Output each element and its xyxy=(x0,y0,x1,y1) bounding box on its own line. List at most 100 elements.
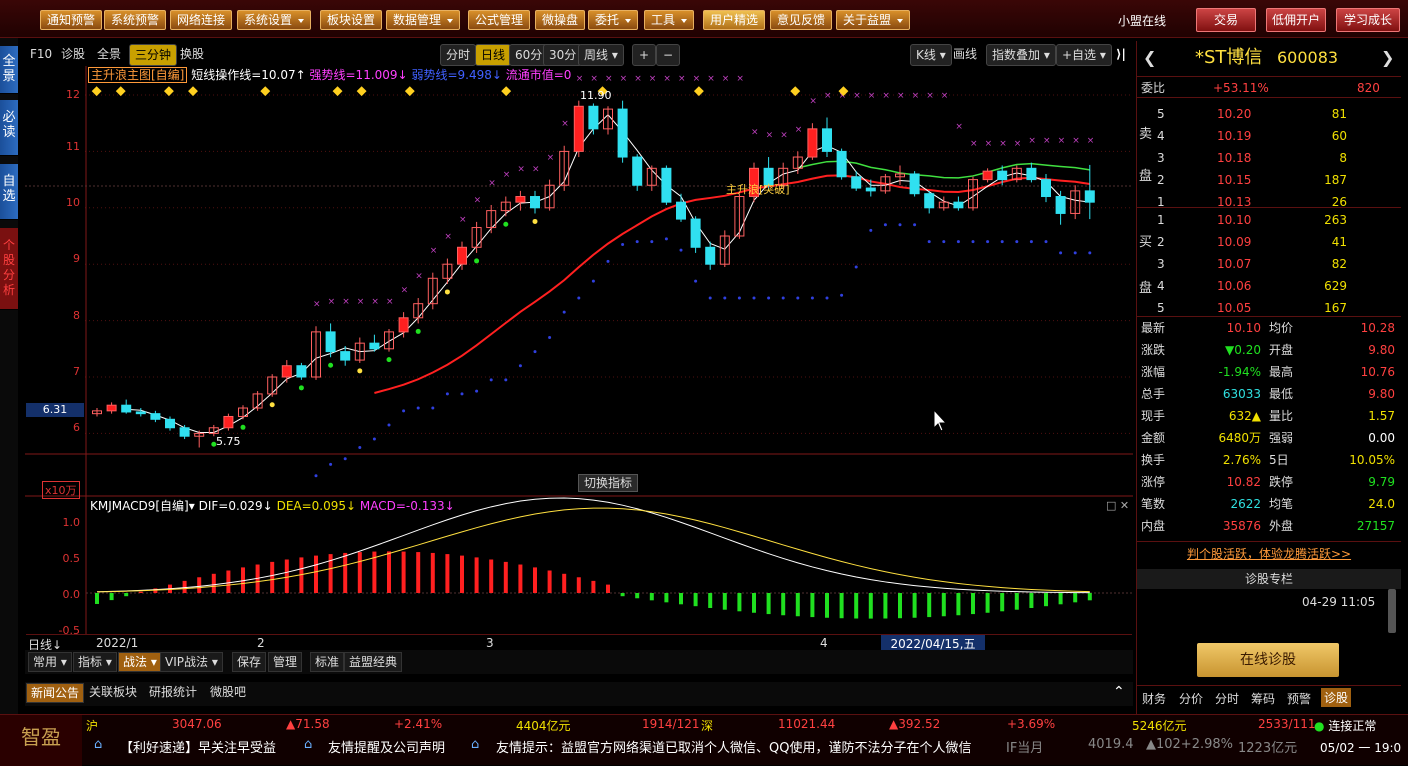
stat-label: 最新 xyxy=(1141,321,1166,335)
menu-network[interactable]: 网络连接 xyxy=(170,10,233,30)
menu-label: 关于益盟 xyxy=(843,13,892,27)
menu-settings[interactable]: 系统设置 xyxy=(237,10,312,30)
menu-user-select[interactable]: 用户精选 xyxy=(703,10,766,30)
related-sector-tab[interactable]: 关联板块 xyxy=(85,683,141,703)
kline-chart[interactable]: × × × × × × × × × × × × × × × × × × × × × × × × × × × × × × × × × × × × × × × ×… xyxy=(25,66,1133,638)
sell-row[interactable]: 2 10.15 187 xyxy=(1137,169,1401,191)
prev-stock-icon[interactable]: ❮ xyxy=(1143,45,1156,71)
buy-row[interactable]: 3 10.07 82 xyxy=(1137,253,1401,275)
strong-line-value: 强势线=11.009↓ xyxy=(309,68,408,82)
news-item[interactable]: 【利好速递】早关注早受益 xyxy=(120,737,276,756)
collapse-icon[interactable]: ⟩| xyxy=(1116,44,1126,66)
trade-button[interactable]: 交易 xyxy=(1196,8,1256,32)
menu-notify[interactable]: 通知预警 xyxy=(40,10,103,30)
tab-diagnose[interactable]: 诊股 xyxy=(1321,688,1352,707)
manage-button[interactable]: 管理 xyxy=(268,652,303,672)
sell-row[interactable]: 4 10.19 60 xyxy=(1137,125,1401,147)
y-axis-label: 11 xyxy=(66,140,80,153)
news-announcement-tab[interactable]: 新闻公告 xyxy=(26,683,85,703)
candle-body xyxy=(369,342,380,350)
zoom-out-button[interactable]: − xyxy=(656,44,680,66)
maximize-icon[interactable]: □ ✕ xyxy=(1106,499,1129,512)
switch-indicator-button[interactable]: 切换指标 xyxy=(578,474,639,492)
buy-price: 10.09 xyxy=(1217,235,1252,249)
sell-row[interactable]: 5 10.20 81 xyxy=(1137,103,1401,125)
news-item[interactable]: 友情提醒及公司声明 xyxy=(328,737,445,756)
scrollbar[interactable] xyxy=(1388,589,1396,633)
tab-watchlist[interactable]: 自选 xyxy=(0,164,18,220)
learn-button[interactable]: 学习成长 xyxy=(1336,8,1400,32)
macd-bar xyxy=(314,555,318,593)
menu-block-settings[interactable]: 板块设置 xyxy=(320,10,383,30)
menu-formula-mgmt[interactable]: 公式管理 xyxy=(468,10,531,30)
tab-stock-analysis[interactable]: 个股分析 xyxy=(0,228,18,310)
draw-line-button[interactable]: 画线 xyxy=(953,44,977,66)
macd-bar xyxy=(620,593,625,597)
kline-dropdown[interactable]: K线 ▾ xyxy=(910,44,952,66)
switch-stock-button[interactable]: 换股 xyxy=(180,44,204,66)
stock-forum-tab[interactable]: 微股吧 xyxy=(206,683,250,703)
tab-intraday[interactable]: 分时 xyxy=(1215,690,1239,707)
stat-value: 0.00 xyxy=(1368,431,1395,445)
app-logo: 智盈 xyxy=(0,715,82,766)
macd-bar xyxy=(912,593,917,618)
tab-must-read[interactable]: 必读 xyxy=(0,100,18,156)
classic-button[interactable]: 益盟经典 xyxy=(344,652,403,672)
tab-price-dist[interactable]: 分价 xyxy=(1179,690,1203,707)
common-tab[interactable]: 常用 ▾ xyxy=(28,652,72,672)
menu-tools[interactable]: 工具 xyxy=(644,10,695,30)
macd-bar xyxy=(941,593,946,617)
research-stats-tab[interactable]: 研报统计 xyxy=(145,683,201,703)
buy-row[interactable]: 4 10.06 629 xyxy=(1137,275,1401,297)
tab-finance[interactable]: 财务 xyxy=(1142,690,1166,707)
buy-row[interactable]: 1 10.10 263 xyxy=(1137,209,1401,231)
f10-button[interactable]: F10 xyxy=(30,44,52,66)
macd-formula-selector[interactable]: KMJMACD9[自编] xyxy=(90,499,189,513)
save-button[interactable]: 保存 xyxy=(232,652,267,672)
buy-row[interactable]: 2 10.09 41 xyxy=(1137,231,1401,253)
index-overlay-dropdown[interactable]: 指数叠加 ▾ xyxy=(986,44,1056,66)
tab-chips[interactable]: 筹码 xyxy=(1251,690,1275,707)
activity-link[interactable]: 判个股活跃，体验龙腾活跃>> xyxy=(1137,541,1401,565)
add-watchlist-dropdown[interactable]: +自选 ▾ xyxy=(1056,44,1112,66)
macd-bar xyxy=(693,593,698,607)
candle-body xyxy=(632,156,643,186)
strong-line-mark: × xyxy=(576,74,584,84)
macd-bar xyxy=(956,593,961,616)
weak-line-dot xyxy=(518,364,522,368)
zoom-in-button[interactable]: + xyxy=(632,44,656,66)
period-30min[interactable]: 30分 xyxy=(543,44,583,66)
collapse-up-icon[interactable]: ⌃ xyxy=(1113,684,1125,700)
next-stock-icon[interactable]: ❯ xyxy=(1381,45,1394,71)
menu-system-alert[interactable]: 系统预警 xyxy=(104,10,167,30)
standard-button[interactable]: 标准 xyxy=(310,652,345,672)
menu-about[interactable]: 关于益盟 xyxy=(836,10,911,30)
strong-line-mark: × xyxy=(766,130,774,140)
macd-header: KMJMACD9[自编]▾ DIF=0.029↓ DEA=0.095↓ MACD… xyxy=(90,499,455,515)
tab-alert[interactable]: 预警 xyxy=(1287,690,1311,707)
connected-dot-icon: ● xyxy=(1314,719,1325,733)
menu-entrust[interactable]: 委托 xyxy=(588,10,639,30)
menu-feedback[interactable]: 意见反馈 xyxy=(770,10,833,30)
period-intraday[interactable]: 分时 xyxy=(440,44,477,66)
vip-tactics-tab[interactable]: VIP战法 ▾ xyxy=(160,652,223,672)
strong-line-mark: × xyxy=(605,74,613,84)
menu-micro-trade[interactable]: 微操盘 xyxy=(535,10,586,30)
sell-row[interactable]: 3 10.18 8 xyxy=(1137,147,1401,169)
panorama-button[interactable]: 全景 xyxy=(97,44,121,66)
menu-data-mgmt[interactable]: 数据管理 xyxy=(386,10,461,30)
three-minute-button[interactable]: 三分钟 xyxy=(129,44,178,66)
candle-body xyxy=(150,413,161,420)
tab-panorama[interactable]: 全景 xyxy=(0,46,18,94)
tactics-tab[interactable]: 战法 ▾ xyxy=(118,652,162,672)
signal-dot xyxy=(298,385,304,391)
online-diagnose-button[interactable]: 在线诊股 xyxy=(1197,643,1339,677)
strong-line-mark: × xyxy=(503,170,511,180)
indicator-tab[interactable]: 指标 ▾ xyxy=(73,652,117,672)
period-daily[interactable]: 日线 xyxy=(475,44,512,66)
formula-selector[interactable]: 主升浪主图[自编] xyxy=(88,67,188,83)
diagnose-button[interactable]: 诊股 xyxy=(61,44,85,66)
open-account-button[interactable]: 低佣开户 xyxy=(1266,8,1326,32)
period-weekly[interactable]: 周线 ▾ xyxy=(578,44,624,66)
news-item[interactable]: 友情提示：益盟官方网络渠道已取消个人微信、QQ使用，谨防不法分子在个人微信 xyxy=(496,737,1004,756)
